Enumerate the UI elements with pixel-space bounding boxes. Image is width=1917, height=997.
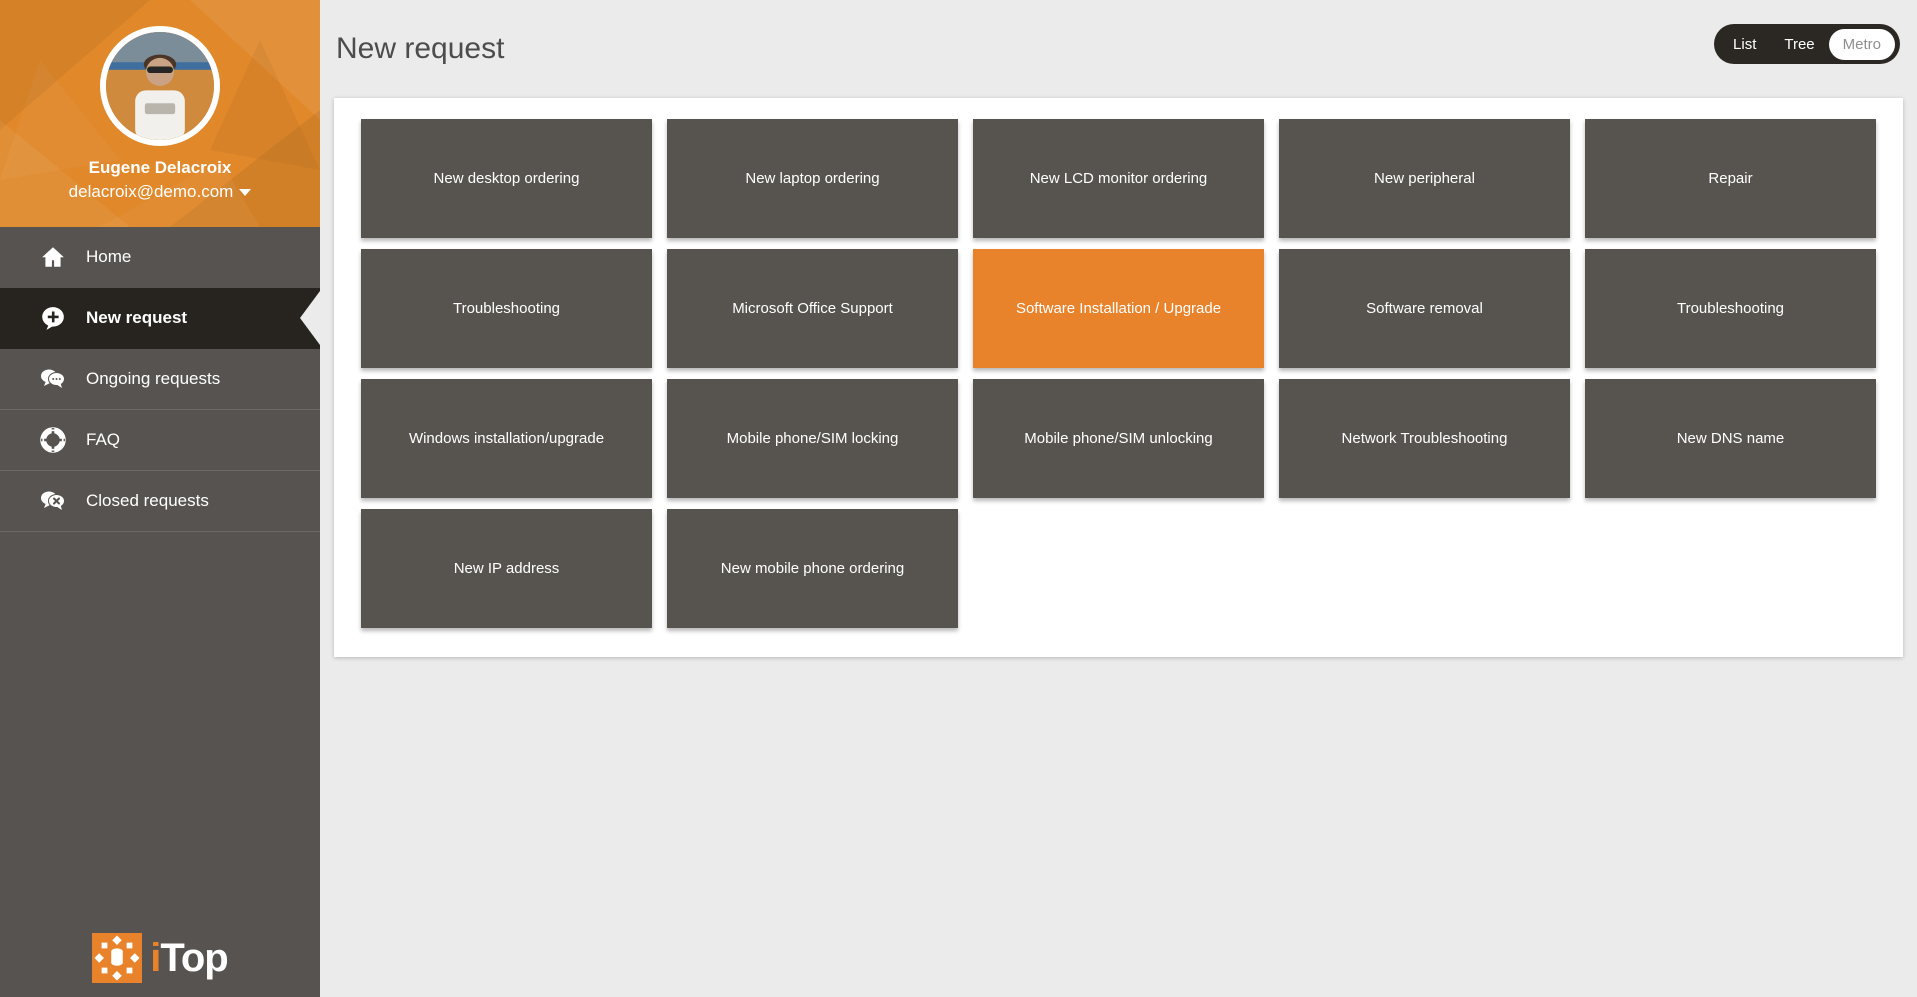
service-tile-software-installation-upgrade[interactable]: Software Installation / Upgrade xyxy=(973,249,1264,368)
service-tile-label: Windows installation/upgrade xyxy=(409,430,604,447)
itop-logo: iTop xyxy=(0,933,320,983)
service-tile-label: Network Troubleshooting xyxy=(1342,430,1508,447)
sidebar-item-label: Home xyxy=(86,247,131,267)
new-request-icon xyxy=(38,303,68,333)
service-tile-new-mobile-phone-ordering[interactable]: New mobile phone ordering xyxy=(667,509,958,628)
service-tile-new-ip-address[interactable]: New IP address xyxy=(361,509,652,628)
sidebar-item-label: Closed requests xyxy=(86,491,209,511)
service-tile-label: Mobile phone/SIM locking xyxy=(727,430,899,447)
service-tile-label: Software Installation / Upgrade xyxy=(1016,300,1221,317)
service-tile-label: New LCD monitor ordering xyxy=(1030,170,1208,187)
services-panel: New desktop ordering New laptop ordering N… xyxy=(334,98,1903,657)
faq-icon xyxy=(38,425,68,455)
ongoing-requests-icon xyxy=(38,364,68,394)
service-tile-network-troubleshooting[interactable]: Network Troubleshooting xyxy=(1279,379,1570,498)
sidebar-item-faq[interactable]: FAQ xyxy=(0,410,320,471)
service-tile-mobile-phone-sim-locking[interactable]: Mobile phone/SIM locking xyxy=(667,379,958,498)
service-tile-label: New mobile phone ordering xyxy=(721,560,904,577)
sidebar-item-label: Ongoing requests xyxy=(86,369,220,389)
service-tile-label: Troubleshooting xyxy=(1677,300,1784,317)
view-toggle: ListTreeMetro xyxy=(1714,24,1900,64)
service-tile-label: New peripheral xyxy=(1374,170,1475,187)
sidebar-item-ongoing-requests[interactable]: Ongoing requests xyxy=(0,349,320,410)
service-tile-new-laptop-ordering[interactable]: New laptop ordering xyxy=(667,119,958,238)
service-tile-mobile-phone-sim-unlocking[interactable]: Mobile phone/SIM unlocking xyxy=(973,379,1264,498)
closed-requests-icon xyxy=(38,486,68,516)
sidebar-menu: Home New request Ongoing requests FAQ Closed… xyxy=(0,227,320,532)
service-tile-label: New desktop ordering xyxy=(434,170,580,187)
sidebar-item-closed-requests[interactable]: Closed requests xyxy=(0,471,320,532)
service-tile-new-peripheral[interactable]: New peripheral xyxy=(1279,119,1570,238)
itop-logo-text: iTop xyxy=(150,938,227,978)
user-name: Eugene Delacroix xyxy=(0,158,320,178)
service-tile-label: Software removal xyxy=(1366,300,1483,317)
view-toggle-list[interactable]: List xyxy=(1719,29,1770,60)
chevron-down-icon xyxy=(239,189,251,196)
service-tile-label: Microsoft Office Support xyxy=(732,300,893,317)
service-tile-troubleshooting[interactable]: Troubleshooting xyxy=(361,249,652,368)
main-header: New request xyxy=(334,0,1903,98)
service-tile-new-lcd-monitor-ordering[interactable]: New LCD monitor ordering xyxy=(973,119,1264,238)
home-icon xyxy=(38,242,68,272)
service-tile-software-removal[interactable]: Software removal xyxy=(1279,249,1570,368)
user-menu-trigger[interactable]: delacroix@demo.com xyxy=(69,182,252,202)
main-area: New request ListTreeMetro New desktop or… xyxy=(320,0,1917,997)
service-tile-label: New laptop ordering xyxy=(745,170,879,187)
service-tile-repair[interactable]: Repair xyxy=(1585,119,1876,238)
sidebar-item-label: FAQ xyxy=(86,430,120,450)
itop-logo-icon xyxy=(92,933,142,983)
service-tile-grid: New desktop ordering New laptop ordering N… xyxy=(361,119,1876,628)
service-tile-label: Repair xyxy=(1708,170,1752,187)
avatar xyxy=(100,26,220,146)
service-tile-label: Troubleshooting xyxy=(453,300,560,317)
service-tile-windows-installation-upgrade[interactable]: Windows installation/upgrade xyxy=(361,379,652,498)
profile-header: Eugene Delacroix delacroix@demo.com xyxy=(0,0,320,227)
service-tile-label: New DNS name xyxy=(1677,430,1785,447)
user-email: delacroix@demo.com xyxy=(69,182,234,201)
view-toggle-metro[interactable]: Metro xyxy=(1829,29,1895,60)
service-tile-label: Mobile phone/SIM unlocking xyxy=(1024,430,1212,447)
service-tile-microsoft-office-support[interactable]: Microsoft Office Support xyxy=(667,249,958,368)
sidebar-item-label: New request xyxy=(86,308,187,328)
page-title: New request xyxy=(336,32,504,66)
sidebar: Eugene Delacroix delacroix@demo.com Home… xyxy=(0,0,320,997)
service-tile-new-desktop-ordering[interactable]: New desktop ordering xyxy=(361,119,652,238)
service-tile-new-dns-name[interactable]: New DNS name xyxy=(1585,379,1876,498)
sidebar-item-new-request[interactable]: New request xyxy=(0,288,320,349)
service-tile-label: New IP address xyxy=(454,560,560,577)
view-toggle-tree[interactable]: Tree xyxy=(1770,29,1828,60)
service-tile-troubleshooting[interactable]: Troubleshooting xyxy=(1585,249,1876,368)
sidebar-item-home[interactable]: Home xyxy=(0,227,320,288)
